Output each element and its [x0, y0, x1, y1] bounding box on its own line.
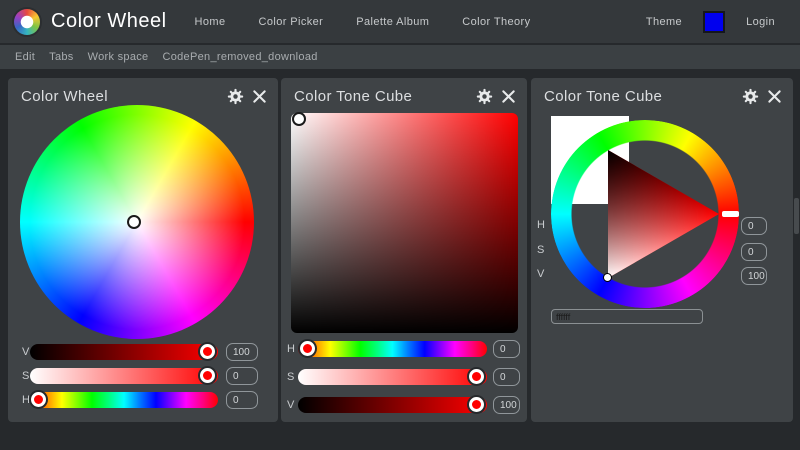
panel-header: Color Tone Cube: [531, 78, 793, 106]
hue-input[interactable]: [741, 217, 767, 235]
menu-item-edit[interactable]: Edit: [15, 51, 35, 63]
value-input[interactable]: [741, 267, 767, 285]
nav-link-home[interactable]: Home: [195, 16, 226, 28]
nav-link-color-theory[interactable]: Color Theory: [462, 16, 530, 28]
hue-slider[interactable]: [30, 392, 218, 408]
panel-header: Color Tone Cube: [281, 78, 527, 106]
navbar-right: Theme Login: [646, 10, 775, 33]
theme-color-swatch[interactable]: [703, 10, 726, 33]
settings-gear-icon[interactable]: [742, 88, 759, 105]
saturation-slider[interactable]: [30, 368, 218, 384]
saturation-input[interactable]: [226, 367, 258, 385]
close-icon[interactable]: [251, 88, 268, 105]
panel-color-wheel-header: Color Wheel: [8, 78, 278, 106]
saturation-input[interactable]: [741, 243, 767, 261]
value-input[interactable]: [226, 343, 258, 361]
app-title: Color Wheel: [51, 10, 167, 32]
field-label-v: V: [537, 268, 545, 280]
menu-item-workspace[interactable]: Work space: [88, 51, 149, 63]
navbar: Color Wheel Home Color Picker Palette Al…: [0, 0, 800, 43]
menu-item-tabs[interactable]: Tabs: [49, 51, 73, 63]
wheel-color-marker[interactable]: [127, 215, 141, 229]
field-label-s: S: [537, 244, 545, 256]
close-icon[interactable]: [500, 88, 517, 105]
theme-label[interactable]: Theme: [646, 16, 682, 28]
color-wheel-logo-icon[interactable]: [14, 8, 40, 35]
sv-triangle[interactable]: [551, 120, 739, 308]
hex-color-input[interactable]: [551, 309, 703, 324]
hue-slider-handle[interactable]: [31, 392, 46, 407]
nav-link-color-picker[interactable]: Color Picker: [259, 16, 324, 28]
value-slider[interactable]: [30, 344, 218, 360]
field-label-h: H: [537, 219, 545, 231]
menu-item-codepen-removed-download[interactable]: CodePen_removed_download: [162, 51, 317, 63]
panel-title: Color Wheel: [21, 87, 108, 105]
value-input[interactable]: [493, 396, 520, 414]
vertical-scrollbar-thumb[interactable]: [794, 198, 799, 234]
hue-slider[interactable]: [298, 341, 487, 357]
close-icon[interactable]: [766, 88, 783, 105]
panel-color-tone-cube-ring: Color Tone Cube H S V 0 0 100 ffffff: [531, 78, 793, 422]
nav-links: Home Color Picker Palette Album Color Th…: [195, 16, 531, 28]
settings-gear-icon[interactable]: [227, 88, 244, 105]
sv-square-marker[interactable]: [292, 112, 306, 126]
triangle-marker[interactable]: [603, 273, 612, 282]
saturation-value-square[interactable]: [291, 113, 518, 333]
hue-slider-handle[interactable]: [300, 341, 315, 356]
saturation-input[interactable]: [493, 368, 520, 386]
login-button[interactable]: Login: [746, 16, 775, 28]
saturation-slider-handle[interactable]: [200, 368, 215, 383]
saturation-slider-handle[interactable]: [469, 369, 484, 384]
value-slider-handle[interactable]: [469, 397, 484, 412]
panel-color-tone-cube-square: Color Tone Cube H S V: [281, 78, 527, 422]
settings-gear-icon[interactable]: [476, 88, 493, 105]
value-slider[interactable]: [298, 397, 487, 413]
value-slider-handle[interactable]: [200, 344, 215, 359]
panel-color-wheel: Color Wheel V S H: [8, 78, 278, 422]
hue-input[interactable]: [226, 391, 258, 409]
nav-link-palette-album[interactable]: Palette Album: [356, 16, 429, 28]
saturation-slider[interactable]: [298, 369, 487, 385]
panel-title: Color Tone Cube: [544, 87, 663, 105]
menubar: Edit Tabs Work space CodePen_removed_dow…: [0, 45, 800, 69]
hue-input[interactable]: [493, 340, 520, 358]
panel-title: Color Tone Cube: [294, 87, 413, 105]
